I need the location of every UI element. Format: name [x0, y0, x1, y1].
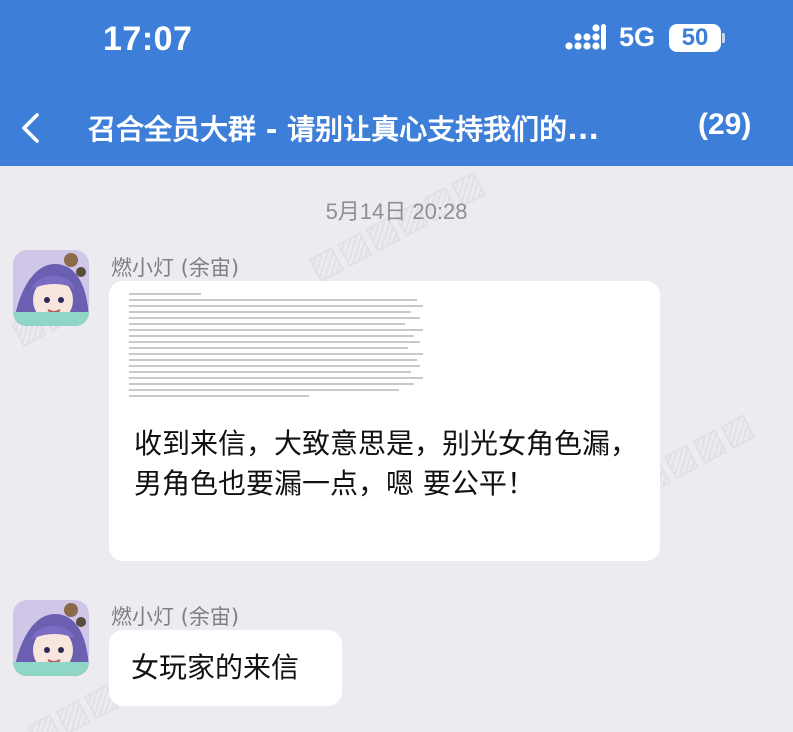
avatar[interactable]	[13, 250, 89, 326]
message-text: 收到来信，大致意思是，别光女角色漏，男角色也要漏一点，嗯 要公平！	[134, 427, 639, 500]
battery-level: 50	[669, 24, 721, 52]
status-time: 17:07	[103, 20, 193, 58]
date-divider: 5月14日 20:28	[325, 199, 468, 224]
avatar[interactable]	[13, 600, 89, 676]
chevron-left-icon	[22, 113, 39, 143]
chat-title[interactable]: 召合全员大群 - 请别让真心支持我们的...	[88, 108, 670, 148]
message-bubble[interactable]: 收到来信，大致意思是，别光女角色漏，男角色也要漏一点，嗯 要公平！	[109, 281, 660, 561]
battery-tip	[722, 33, 725, 43]
member-count[interactable]: (29)	[698, 108, 751, 142]
sender-name[interactable]: 燃小灯 (余宙)	[111, 601, 239, 631]
signal-strength-icon	[565, 24, 606, 50]
letter-image[interactable]	[129, 293, 429, 417]
avatar-image	[13, 600, 89, 676]
avatar-image	[13, 250, 89, 326]
chat-header: 17:07 5G 50 召合全员大群 - 请别让真心支持我们的... (29)	[0, 0, 793, 166]
battery-icon: 50	[669, 24, 725, 52]
message-bubble[interactable]: 女玩家的来信	[109, 630, 342, 706]
sender-name[interactable]: 燃小灯 (余宙)	[111, 252, 239, 282]
nav-bar: 召合全员大群 - 请别让真心支持我们的... (29)	[0, 90, 793, 166]
status-bar: 17:07 5G 50	[0, 0, 793, 82]
message-text: 女玩家的来信	[131, 651, 300, 684]
back-button[interactable]	[12, 98, 52, 154]
network-type: 5G	[619, 22, 656, 52]
